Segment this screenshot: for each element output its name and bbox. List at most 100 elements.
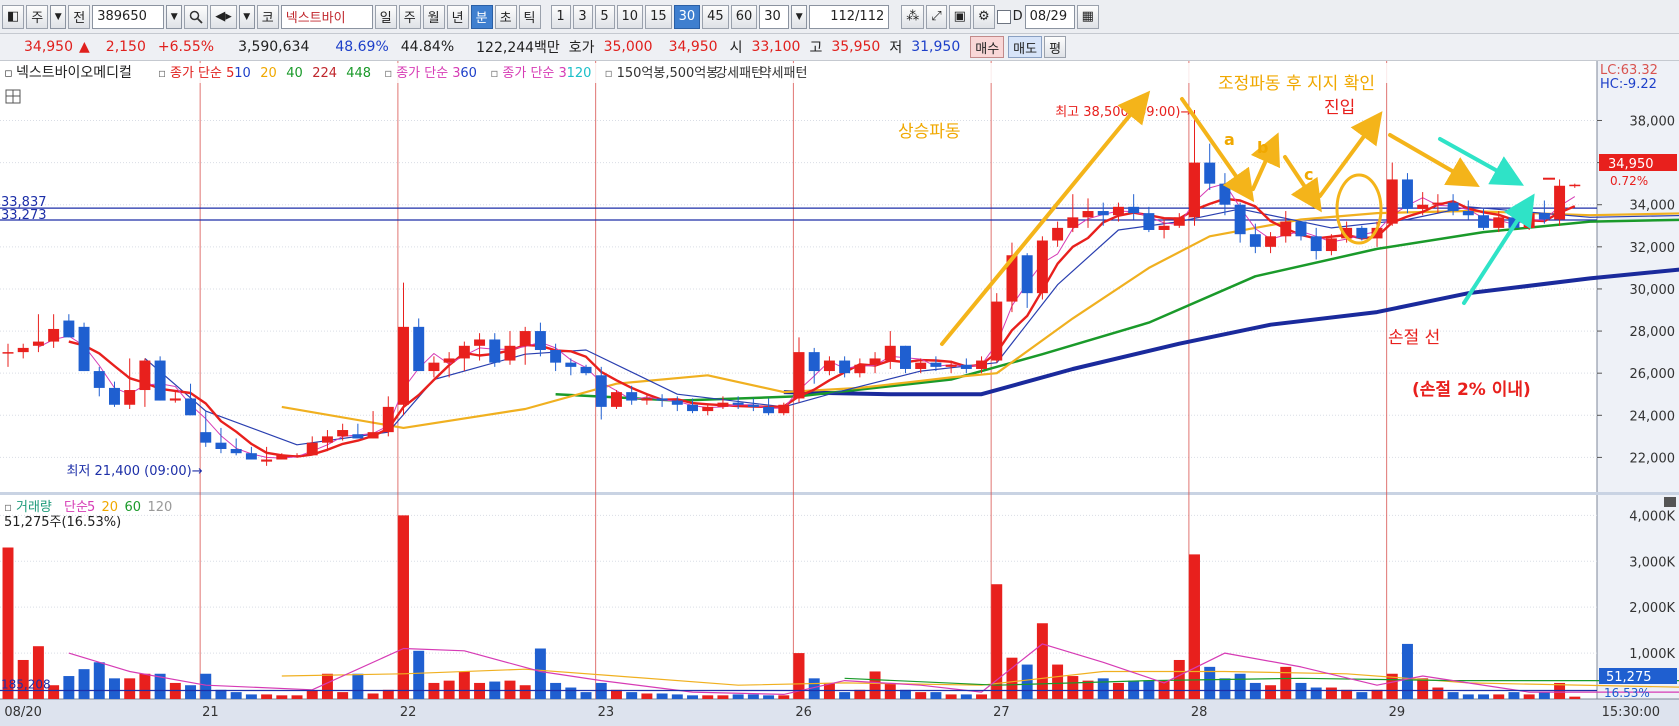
candle-body	[1295, 221, 1307, 237]
high-price: 35,950	[831, 39, 881, 55]
period-tick[interactable]: 틱	[518, 4, 541, 29]
volume-bar	[854, 689, 866, 699]
volume-bar	[1128, 680, 1140, 699]
chart-area[interactable]: 22,000 24,000 26,000 28,000 30,000 32,000 34,0…	[0, 61, 1679, 726]
volume-bar	[1432, 687, 1444, 699]
speaker-icon[interactable]: ◀▸	[210, 4, 237, 29]
price-tick-label: 30,000	[1630, 283, 1676, 298]
price-tick-label: 24,000	[1630, 409, 1676, 424]
candle-body	[823, 360, 835, 372]
candle-body	[808, 352, 820, 372]
volume-bar	[960, 694, 972, 699]
save-icon[interactable]: ▣	[948, 4, 971, 29]
volume-bar	[534, 648, 546, 699]
draw-tool-icon[interactable]: ⤢	[926, 4, 947, 29]
time-label: 15:30:00	[1602, 705, 1660, 720]
minute-select[interactable]: 30	[759, 4, 790, 29]
period-minute[interactable]: 분	[470, 4, 493, 29]
period-week[interactable]: 주	[398, 4, 421, 29]
minute-15[interactable]: 15	[645, 4, 672, 29]
candle-body	[991, 301, 1003, 361]
candle-body	[474, 339, 486, 346]
sound-dropdown[interactable]: ▼	[238, 4, 255, 29]
volume-bar	[1052, 664, 1064, 699]
period-month[interactable]: 월	[422, 4, 445, 29]
candlestick-chart[interactable]: 22,000 24,000 26,000 28,000 30,000 32,000 34,0…	[0, 61, 1679, 726]
candle-body	[215, 442, 227, 449]
current-price-pct: 0.72%	[1610, 174, 1648, 188]
legend-marker: ▫	[4, 500, 12, 514]
candle-body	[48, 328, 60, 342]
market-type-dropdown[interactable]: ▼	[50, 4, 67, 29]
gear-icon[interactable]: ⚙	[972, 4, 995, 29]
volume-ratio-2: 44.84%	[400, 39, 455, 55]
volume-bar	[930, 692, 942, 699]
candle-body	[1112, 206, 1124, 216]
indicator-icon[interactable]: ⁂	[901, 4, 925, 29]
market-type-button[interactable]: 주	[26, 4, 49, 29]
minute-5[interactable]: 5	[594, 4, 615, 29]
sell-button[interactable]: 매도	[1008, 36, 1043, 58]
minute-3[interactable]: 3	[572, 4, 593, 29]
candle-body	[1067, 217, 1079, 228]
price-tick-label: 38,000	[1630, 114, 1676, 129]
minute-10[interactable]: 10	[616, 4, 644, 29]
volume-bar	[321, 673, 333, 699]
window-menu-icon[interactable]: ◧	[2, 4, 25, 29]
date-input[interactable]: 08/29	[1024, 4, 1075, 29]
volume-bar	[1067, 676, 1079, 699]
legend-item: 150억봉,500억봉	[617, 66, 719, 81]
period-second[interactable]: 초	[494, 4, 517, 29]
volume-legend-item: 단순	[64, 500, 88, 515]
buy-button[interactable]: 매수	[970, 36, 1005, 58]
volume-bar	[1143, 680, 1155, 699]
legend-item: 10	[234, 66, 251, 81]
search-icon[interactable]	[184, 4, 209, 29]
date-label: 28	[1191, 705, 1208, 720]
volume-bar	[1508, 692, 1520, 699]
price-tick-label: 22,000	[1630, 451, 1676, 466]
volume-bar	[565, 687, 577, 699]
trade-amount: 122,244백만	[476, 40, 560, 56]
candle-body	[626, 392, 638, 401]
volume-bar	[1538, 692, 1550, 699]
candle-body	[1280, 221, 1292, 237]
candle-body	[763, 406, 775, 414]
minute-45[interactable]: 45	[702, 4, 729, 29]
stock-code-dropdown[interactable]: ▼	[166, 4, 183, 29]
candle-body	[291, 455, 303, 457]
candle-count-field[interactable]: 112/112	[809, 4, 890, 29]
candle-body	[2, 352, 14, 354]
candle-body	[413, 326, 425, 372]
volume-bar	[1493, 694, 1505, 699]
volume-bar	[185, 685, 197, 699]
candle-body	[1569, 184, 1581, 187]
minute-dropdown[interactable]: ▼	[791, 4, 808, 29]
volume-bar	[245, 694, 257, 699]
minute-60[interactable]: 60	[730, 4, 758, 29]
stock-name-field[interactable]: 넥스트바이	[280, 4, 373, 29]
eval-button[interactable]: 평	[1044, 36, 1067, 58]
period-year[interactable]: 년	[446, 4, 469, 29]
candle-body	[1021, 255, 1033, 294]
stock-code-input[interactable]: 389650	[92, 4, 165, 29]
date-label: 23	[598, 705, 615, 720]
volume-panel-close-icon[interactable]	[1664, 497, 1676, 507]
candle-body	[489, 339, 501, 363]
calendar-icon[interactable]: ▦	[1076, 4, 1099, 29]
hc-label: HC:-9.22	[1600, 77, 1657, 92]
candle-body	[1219, 183, 1231, 205]
volume-legend-item: 120	[148, 500, 173, 515]
kosdaq-button[interactable]: 코	[256, 4, 279, 29]
prev-stock-button[interactable]: 전	[68, 4, 91, 29]
period-day[interactable]: 일	[374, 4, 397, 29]
candle-body	[610, 392, 622, 407]
candle-body	[1082, 211, 1094, 218]
minute-30[interactable]: 30	[673, 4, 701, 29]
volume-bar	[915, 692, 927, 699]
trade-volume: 3,590,634	[238, 39, 310, 55]
date-label: 27	[993, 705, 1010, 720]
date-checkbox[interactable]	[996, 9, 1011, 24]
minute-1[interactable]: 1	[550, 4, 571, 29]
stop-line-label: 손절 선	[1388, 328, 1440, 348]
